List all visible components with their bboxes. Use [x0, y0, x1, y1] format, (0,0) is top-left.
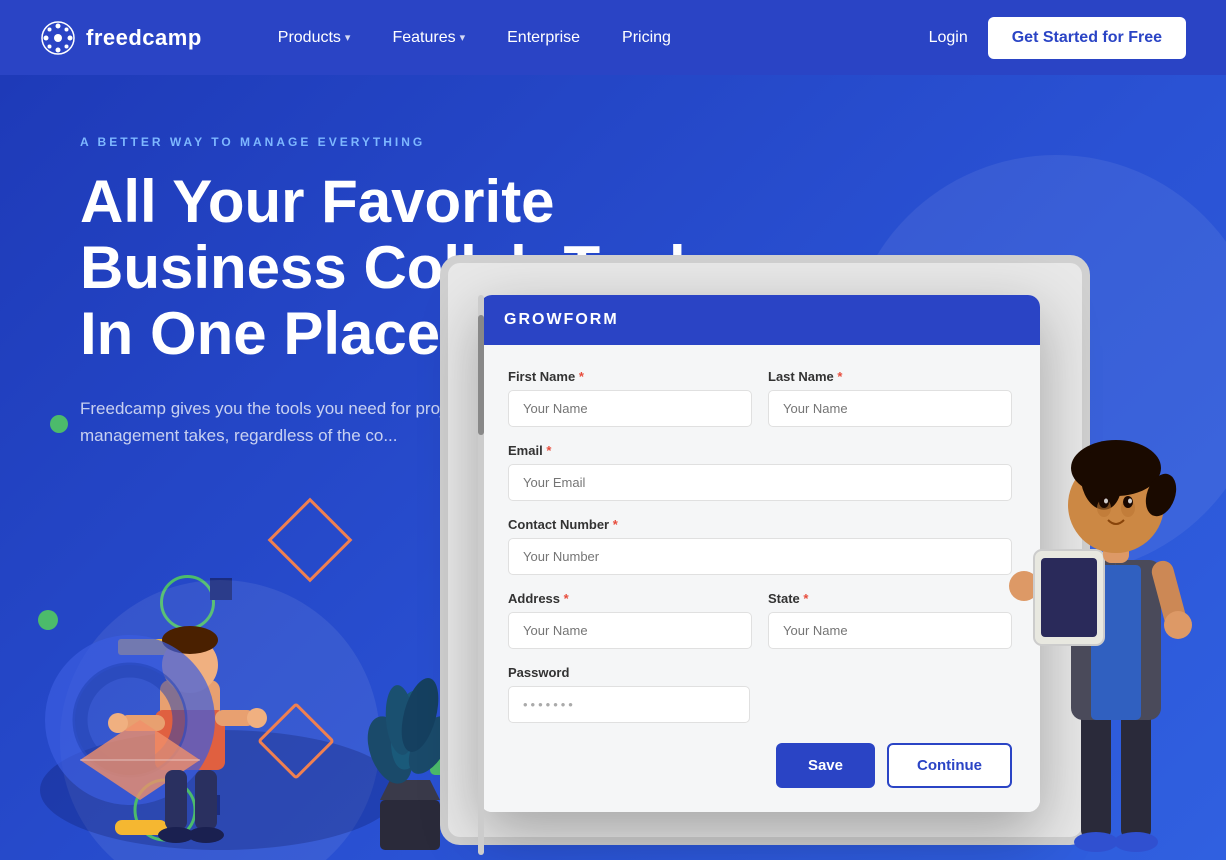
nav-enterprise[interactable]: Enterprise [491, 21, 596, 55]
form-row-password: Password [508, 665, 1012, 723]
password-input[interactable] [508, 686, 750, 723]
first-name-label: First Name * [508, 369, 752, 384]
scroll-thumb [478, 315, 484, 435]
logo-text: freedcamp [86, 25, 202, 51]
form-actions: Save Continue [508, 743, 1012, 788]
navbar: freedcamp Products ▾ Features ▾ Enterpri… [0, 0, 1226, 75]
form-group-password: Password [508, 665, 750, 723]
chevron-down-icon: ▾ [460, 31, 466, 44]
form-row-contact: Contact Number * [508, 517, 1012, 575]
form-title: GROWFORM [504, 311, 619, 328]
form-row-name: First Name * Last Name * [508, 369, 1012, 427]
hero-tag: A BETTER WAY TO MANAGE EVERYTHING [80, 135, 1166, 149]
nav-pricing[interactable]: Pricing [606, 21, 687, 55]
form-group-firstname: First Name * [508, 369, 752, 427]
get-started-button[interactable]: Get Started for Free [988, 17, 1186, 59]
chevron-down-icon: ▾ [345, 31, 351, 44]
form-group-email: Email * [508, 443, 1012, 501]
address-label: Address * [508, 591, 752, 606]
logo[interactable]: freedcamp [40, 20, 202, 56]
nav-links: Products ▾ Features ▾ Enterprise Pricing [262, 21, 687, 55]
contact-label: Contact Number * [508, 517, 1012, 532]
form-body: First Name * Last Name * E [480, 345, 1040, 812]
left-illustration [0, 420, 480, 860]
address-input[interactable] [508, 612, 752, 649]
form-header: GROWFORM [480, 295, 1040, 345]
nav-products[interactable]: Products ▾ [262, 21, 367, 55]
email-input[interactable] [508, 464, 1012, 501]
state-input[interactable] [768, 612, 1012, 649]
form-group-contact: Contact Number * [508, 517, 1012, 575]
scroll-indicator[interactable] [478, 295, 484, 855]
form-row-address: Address * State * [508, 591, 1012, 649]
continue-button[interactable]: Continue [887, 743, 1012, 788]
state-label: State * [768, 591, 1012, 606]
form-row-email: Email * [508, 443, 1012, 501]
last-name-label: Last Name * [768, 369, 1012, 384]
right-character-illustration [1006, 280, 1226, 860]
form-group-state: State * [768, 591, 1012, 649]
password-label: Password [508, 665, 750, 680]
contact-input[interactable] [508, 538, 1012, 575]
nav-features[interactable]: Features ▾ [376, 21, 481, 55]
first-name-input[interactable] [508, 390, 752, 427]
login-button[interactable]: Login [909, 21, 988, 55]
form-card: GROWFORM First Name * Last Name * [480, 295, 1040, 812]
last-name-input[interactable] [768, 390, 1012, 427]
form-group-address: Address * [508, 591, 752, 649]
save-button[interactable]: Save [776, 743, 875, 788]
email-label: Email * [508, 443, 1012, 458]
hero-section: A BETTER WAY TO MANAGE EVERYTHING All Yo… [0, 75, 1226, 860]
logo-icon [40, 20, 76, 56]
form-group-lastname: Last Name * [768, 369, 1012, 427]
